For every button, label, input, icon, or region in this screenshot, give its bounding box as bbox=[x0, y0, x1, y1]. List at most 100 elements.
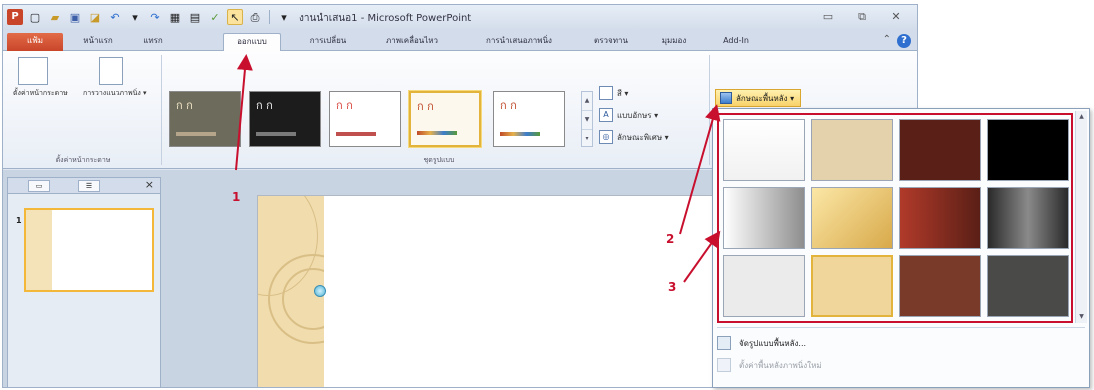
more-icon[interactable]: ▾ bbox=[582, 130, 592, 148]
scroll-down-icon[interactable]: ▼ bbox=[582, 111, 592, 130]
themes-group-label: ชุดรูปแบบ bbox=[423, 156, 455, 164]
effects-button[interactable]: ◎ ลักษณะพิเศษ ▾ bbox=[599, 129, 669, 145]
background-swatch-12[interactable] bbox=[987, 255, 1069, 317]
slide-number: 1 bbox=[16, 216, 22, 225]
theme-thumbnail-3[interactable]: ก ก bbox=[329, 91, 401, 147]
format-background-icon bbox=[717, 336, 731, 350]
scroll-up-icon[interactable]: ▲ bbox=[582, 92, 592, 111]
open-icon[interactable]: ◪ bbox=[87, 9, 103, 25]
save-icon[interactable]: ▣ bbox=[67, 9, 83, 25]
tab-view[interactable]: มุมมอง bbox=[649, 33, 699, 51]
reset-background-menu-item[interactable]: ตั้งค่าพื้นหลังภาพนิ่งใหม่ bbox=[717, 355, 822, 375]
reset-background-icon bbox=[717, 358, 731, 372]
group-separator bbox=[709, 55, 710, 165]
customize-toolbar-icon[interactable]: ▾ bbox=[276, 9, 292, 25]
slide-orientation-label: การวางแนวภาพนิ่ง ▾ bbox=[83, 89, 147, 97]
spelling-icon[interactable]: ▦ bbox=[167, 9, 183, 25]
minimize-icon[interactable]: ▭ bbox=[821, 10, 835, 24]
fonts-button[interactable]: A แบบอักษร ▾ bbox=[599, 107, 658, 123]
background-swatch-grid bbox=[717, 113, 1073, 323]
tab-animations[interactable]: ภาพเคลื่อนไหว bbox=[369, 33, 455, 51]
effects-icon: ◎ bbox=[599, 130, 613, 144]
effects-label: ลักษณะพิเศษ ▾ bbox=[617, 132, 669, 142]
scroll-down-icon[interactable]: ▼ bbox=[1076, 311, 1087, 323]
page-setup-label: ตั้งค่าหน้ากระดาษ bbox=[13, 89, 68, 97]
table-icon[interactable]: ▤ bbox=[187, 9, 203, 25]
annotation-number-2: 2 bbox=[666, 232, 675, 246]
menu-separator bbox=[717, 327, 1085, 328]
theme-gallery-scroll[interactable]: ▲ ▼ ▾ bbox=[581, 91, 593, 147]
background-swatch-8[interactable] bbox=[987, 187, 1069, 249]
slide-thumbnail[interactable] bbox=[24, 208, 154, 292]
theme-sample-text: ก ก bbox=[500, 99, 517, 112]
select-pointer-icon[interactable]: ↖ bbox=[227, 9, 243, 25]
background-styles-label: ลักษณะพื้นหลัง ▾ bbox=[736, 93, 795, 103]
tab-slide-show[interactable]: การนำเสนอภาพนิ่ง bbox=[467, 33, 571, 51]
tab-add-in[interactable]: Add-In bbox=[711, 33, 761, 51]
new-file-icon[interactable]: ▢ bbox=[27, 9, 43, 25]
theme-color-bar bbox=[256, 132, 296, 136]
tab-insert[interactable]: แทรก bbox=[131, 33, 175, 51]
dropdown-arrow-icon[interactable]: ▾ bbox=[127, 9, 143, 25]
tab-transitions[interactable]: การเปลี่ยน bbox=[295, 33, 361, 51]
close-icon[interactable]: × bbox=[145, 178, 154, 191]
rotation-handle[interactable] bbox=[314, 285, 326, 297]
background-swatch-3[interactable] bbox=[899, 119, 981, 181]
tab-home[interactable]: หน้าแรก bbox=[69, 33, 127, 51]
tab-review[interactable]: ตรวจทาน bbox=[583, 33, 639, 51]
format-background-label: จัดรูปแบบพื้นหลัง... bbox=[739, 338, 807, 348]
theme-sample-text: ก ก bbox=[176, 99, 193, 112]
outline-tab-icon[interactable]: ☰ bbox=[78, 180, 100, 192]
background-swatch-5[interactable] bbox=[723, 187, 805, 249]
background-swatch-9[interactable] bbox=[723, 255, 805, 317]
restore-icon[interactable]: ⧉ bbox=[855, 10, 869, 24]
slide-orientation-button[interactable]: การวางแนวภาพนิ่ง ▾ bbox=[83, 57, 147, 98]
background-swatch-2[interactable] bbox=[811, 119, 893, 181]
tab-design[interactable]: ออกแบบ bbox=[223, 33, 281, 52]
group-separator bbox=[161, 55, 162, 165]
theme-color-bar bbox=[500, 132, 540, 136]
undo-icon[interactable]: ↶ bbox=[107, 9, 123, 25]
theme-thumbnail-1[interactable]: ก ก bbox=[169, 91, 241, 147]
background-swatch-11[interactable] bbox=[899, 255, 981, 317]
background-swatch-1[interactable] bbox=[723, 119, 805, 181]
tab-file[interactable]: แฟ้ม bbox=[7, 33, 63, 51]
draw-icon[interactable]: ✓ bbox=[207, 9, 223, 25]
theme-sample-text: ก ก bbox=[336, 99, 353, 112]
gallery-scrollbar[interactable]: ▲ ▼ bbox=[1075, 111, 1087, 323]
slides-panel-tabs: ▭ ☰ × bbox=[8, 178, 160, 194]
theme-color-bar bbox=[336, 132, 376, 136]
background-swatch-10[interactable] bbox=[811, 255, 893, 317]
slide-orientation-icon bbox=[99, 57, 123, 85]
title-bar: P ▢ ▰ ▣ ◪ ↶ ▾ ↷ ▦ ▤ ✓ ↖ ⎙ ▾ งานนำเสนอ1 -… bbox=[3, 5, 917, 31]
background-swatch-7[interactable] bbox=[899, 187, 981, 249]
slides-tab-icon[interactable]: ▭ bbox=[28, 180, 50, 192]
powerpoint-logo-icon[interactable]: P bbox=[7, 9, 23, 25]
page-setup-button[interactable]: ตั้งค่าหน้ากระดาษ bbox=[13, 57, 68, 98]
theme-thumbnail-4[interactable]: ก ก bbox=[409, 91, 481, 147]
page-setup-group-label: ตั้งค่าหน้ากระดาษ bbox=[55, 156, 111, 164]
background-swatch-4[interactable] bbox=[987, 119, 1069, 181]
minimize-ribbon-icon[interactable]: ⌃ bbox=[883, 34, 891, 45]
annotation-number-1: 1 bbox=[232, 190, 241, 204]
format-background-menu-item[interactable]: จัดรูปแบบพื้นหลัง... bbox=[717, 333, 806, 353]
redo-icon[interactable]: ↷ bbox=[147, 9, 163, 25]
slide-canvas[interactable] bbox=[257, 195, 727, 387]
open-folder-icon[interactable]: ▰ bbox=[47, 9, 63, 25]
background-styles-gallery: ▲ ▼ จัดรูปแบบพื้นหลัง... ตั้งค่าพื้นหลัง… bbox=[712, 108, 1090, 388]
background-swatch-6[interactable] bbox=[811, 187, 893, 249]
colors-button[interactable]: สี ▾ bbox=[599, 85, 628, 101]
theme-color-bar bbox=[176, 132, 216, 136]
help-icon[interactable]: ? bbox=[897, 34, 911, 48]
theme-thumbnail-2[interactable]: ก ก bbox=[249, 91, 321, 147]
print-icon[interactable]: ⎙ bbox=[247, 9, 263, 25]
thumbnail-decoration bbox=[26, 210, 52, 290]
background-styles-button[interactable]: ลักษณะพื้นหลัง ▾ bbox=[715, 89, 802, 107]
theme-thumbnail-5[interactable]: ก ก bbox=[493, 91, 565, 147]
quick-access-toolbar: P ▢ ▰ ▣ ◪ ↶ ▾ ↷ ▦ ▤ ✓ ↖ ⎙ ▾ bbox=[7, 9, 292, 25]
close-icon[interactable]: ✕ bbox=[889, 10, 903, 24]
fonts-icon: A bbox=[599, 108, 613, 122]
scroll-up-icon[interactable]: ▲ bbox=[1076, 111, 1087, 123]
fonts-label: แบบอักษร ▾ bbox=[617, 110, 659, 120]
toolbar-separator bbox=[269, 10, 270, 24]
